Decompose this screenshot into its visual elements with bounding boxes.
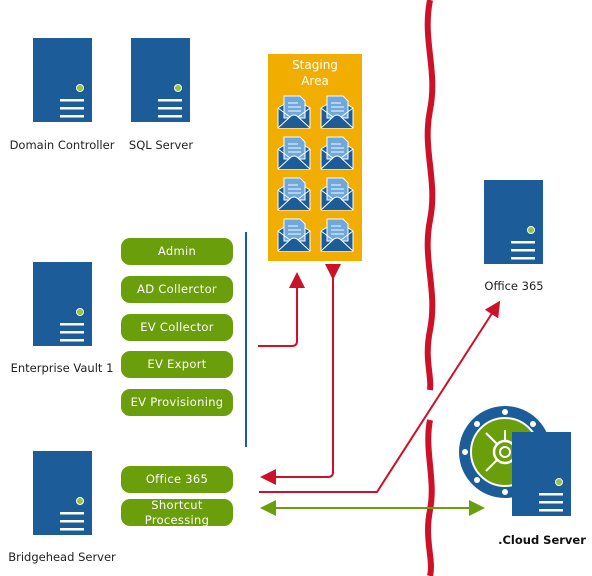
staging-title-line2: Area	[301, 74, 329, 88]
module-office365: Office 365	[121, 466, 233, 493]
module-admin: Admin	[121, 238, 233, 265]
bridgehead-server-icon	[32, 450, 93, 536]
office365-server-label: Office 365	[484, 279, 544, 293]
sql-server-label: SQL Server	[128, 138, 194, 152]
staging-to-office365-module-arrow	[260, 264, 341, 485]
enterprise-vault-label: Enterprise Vault 1	[10, 361, 114, 375]
staging-title-line1: Staging	[292, 58, 338, 72]
enterprise-vault-server-icon	[32, 261, 93, 347]
module-ev-provisioning: EV Provisioning	[121, 389, 233, 416]
module-shortcut-processing: Shortcut Processing	[121, 498, 233, 527]
module-ev-export: EV Export	[121, 351, 233, 378]
module-ad-collector: AD Collerctor	[121, 276, 233, 303]
cloud-server-label: .Cloud Server	[498, 533, 586, 547]
firewall-line-lower	[425, 419, 435, 576]
office365-server-icon	[483, 179, 544, 265]
sql-server-icon	[130, 37, 191, 123]
staging-area-title: Staging Area	[268, 57, 362, 89]
domain-controller-label: Domain Controller	[9, 138, 115, 152]
module-ev-collector: EV Collector	[121, 314, 233, 341]
bridgehead-label: Bridgehead Server	[8, 550, 116, 564]
firewall-line-upper	[424, 0, 436, 391]
cloud-server-icon	[511, 431, 572, 517]
domain-controller-server-icon	[32, 37, 93, 123]
ev-collector-to-staging-arrow	[258, 272, 305, 347]
